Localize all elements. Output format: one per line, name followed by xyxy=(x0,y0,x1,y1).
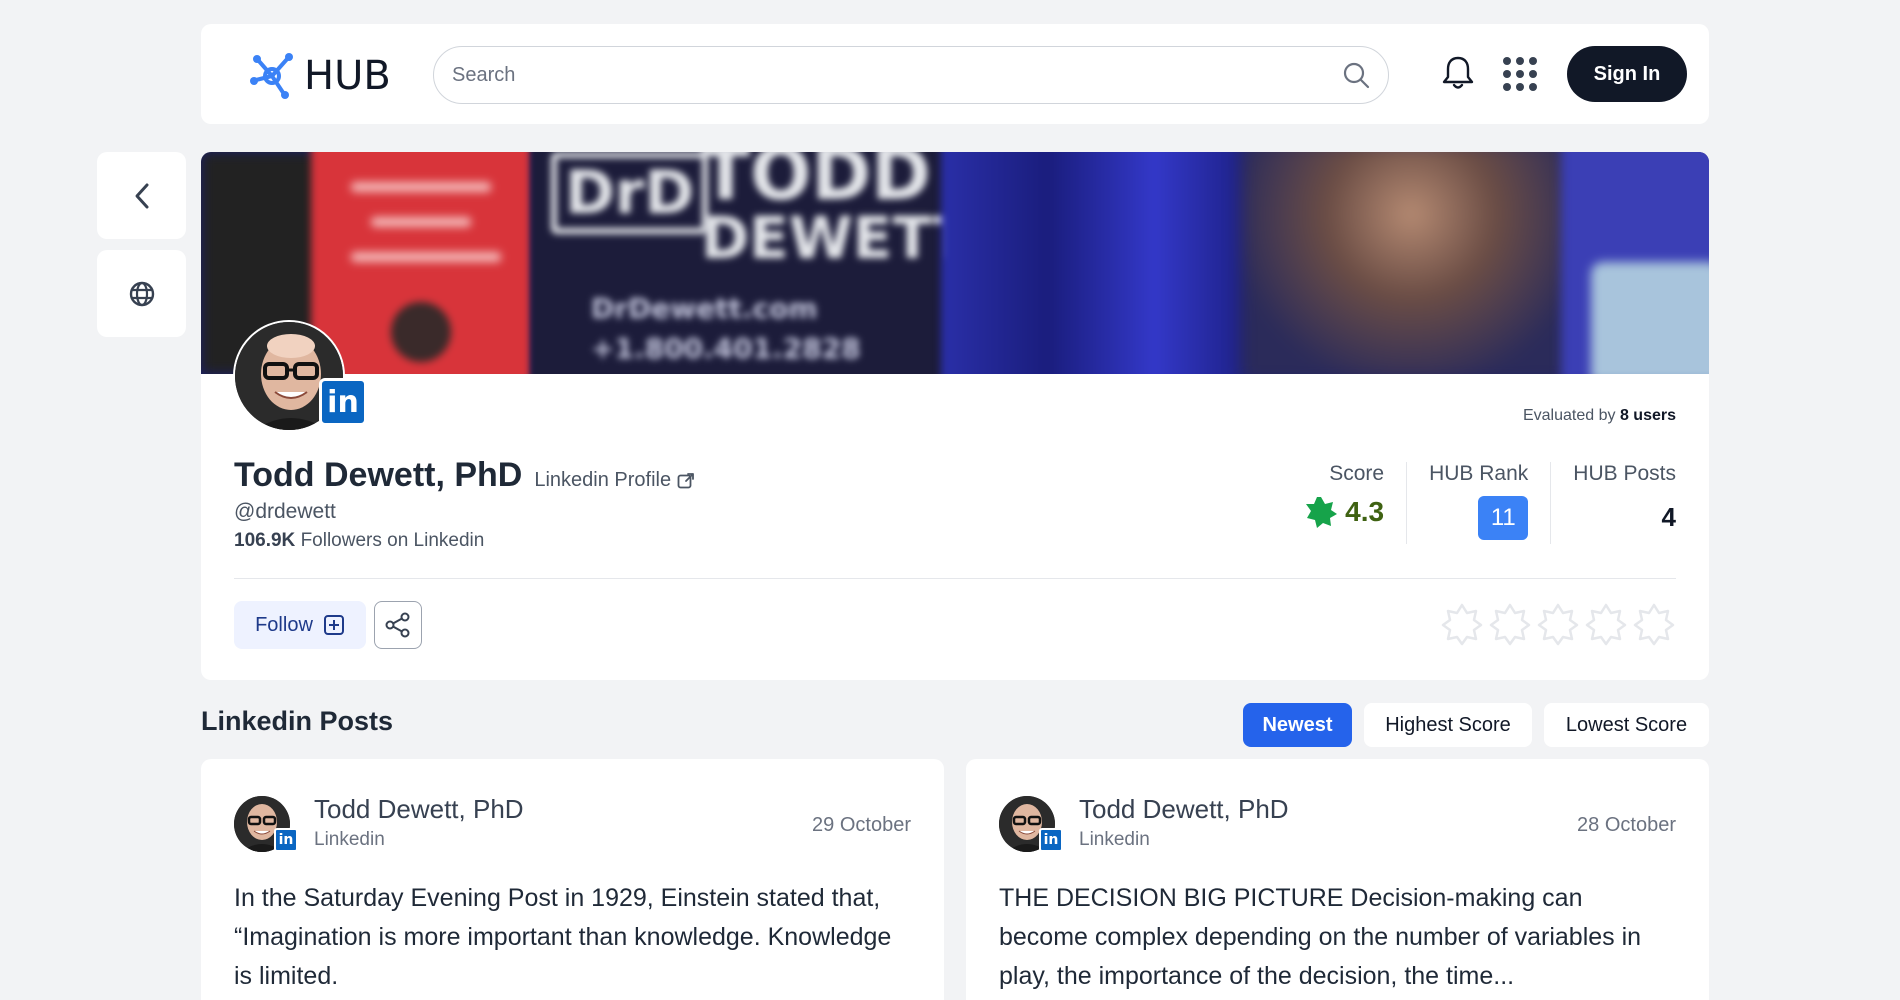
follow-button[interactable]: Follow xyxy=(234,601,366,649)
profile-handle: @drdewett xyxy=(234,500,336,523)
logo-text: HUB xyxy=(304,53,391,99)
profile-avatar-wrap: in xyxy=(233,320,367,432)
followers-count: 106.9K Followers on Linkedin xyxy=(234,530,484,552)
post-date: 29 October xyxy=(812,814,911,836)
share-icon xyxy=(385,612,410,638)
post-avatar-wrap: in xyxy=(999,796,1063,852)
rating-star-icon[interactable] xyxy=(1536,602,1580,646)
posts-label: HUB Posts xyxy=(1573,462,1676,485)
followers-number: 106.9K xyxy=(234,530,296,551)
banner-website: DrDewett.com xyxy=(591,292,818,325)
post-author: Todd Dewett, PhD xyxy=(314,794,524,824)
sort-lowest-score-button[interactable]: Lowest Score xyxy=(1544,703,1709,747)
posts-value: 4 xyxy=(1661,502,1676,532)
rating-star-icon[interactable] xyxy=(1584,602,1628,646)
chevron-left-icon xyxy=(135,183,148,208)
hub-logo[interactable]: HUB xyxy=(246,50,391,102)
divider xyxy=(234,578,1676,579)
profile-card: DrD TODD DEWETT DrDewett.com +1.800.401.… xyxy=(201,152,1709,680)
score-value-wrap: 4.3 xyxy=(1305,496,1384,528)
rating-star-icon[interactable] xyxy=(1440,602,1484,646)
posts-section-title: Linkedin Posts xyxy=(201,706,394,736)
plus-square-icon xyxy=(323,615,344,635)
globe-icon xyxy=(129,281,154,306)
follow-label: Follow xyxy=(255,613,313,636)
followers-label: Followers on Linkedin xyxy=(300,530,485,551)
post-source: Linkedin xyxy=(1079,829,1150,850)
evaluated-prefix: Evaluated by xyxy=(1522,407,1616,424)
score-label: Score xyxy=(1329,462,1385,485)
evaluated-count: 8 users xyxy=(1619,407,1676,424)
apps-grid-icon[interactable] xyxy=(1503,57,1537,91)
banner-subtitle: DEWETT xyxy=(701,204,973,272)
post-card[interactable]: in Todd Dewett, PhD Linkedin 29 October … xyxy=(201,759,944,1000)
bell-icon[interactable] xyxy=(1438,51,1478,95)
top-header: HUB Sign In xyxy=(201,24,1709,124)
globe-button[interactable] xyxy=(97,250,186,337)
linkedin-icon: in xyxy=(274,828,298,852)
post-date: 28 October xyxy=(1577,814,1676,836)
profile-name-row: Todd Dewett, PhD Linkedin Profile xyxy=(234,456,695,495)
rank-label: HUB Rank xyxy=(1429,462,1529,485)
search-input[interactable] xyxy=(452,63,1340,87)
post-author: Todd Dewett, PhD xyxy=(1079,794,1289,824)
linkedin-profile-link[interactable]: Linkedin Profile xyxy=(534,469,695,492)
linkedin-profile-label: Linkedin Profile xyxy=(534,469,672,491)
external-link-icon xyxy=(677,472,695,488)
post-avatar-wrap: in xyxy=(234,796,298,852)
score-value: 4.3 xyxy=(1345,496,1385,527)
share-button[interactable] xyxy=(374,601,422,649)
banner-phone: +1.800.401.2828 xyxy=(591,332,861,365)
banner-logo: DrD xyxy=(551,152,709,234)
rank-value: 11 xyxy=(1478,496,1529,540)
rating-star-icon[interactable] xyxy=(1488,602,1532,646)
evaluated-by: Evaluated by 8 users xyxy=(1523,407,1676,425)
sign-in-button[interactable]: Sign In xyxy=(1567,46,1687,102)
hub-logo-icon xyxy=(250,53,293,99)
rating-star-icon[interactable] xyxy=(1632,602,1676,646)
post-text: THE DECISION BIG PICTURE Decision-making… xyxy=(999,884,1642,990)
profile-banner: DrD TODD DEWETT DrDewett.com +1.800.401.… xyxy=(201,152,1709,374)
back-button[interactable] xyxy=(97,152,186,239)
star-rating[interactable] xyxy=(1440,602,1676,646)
sort-highest-score-button[interactable]: Highest Score xyxy=(1364,703,1532,747)
linkedin-icon: in xyxy=(319,378,367,426)
post-source: Linkedin xyxy=(314,829,385,850)
profile-name: Todd Dewett, PhD xyxy=(234,456,523,494)
sort-newest-button[interactable]: Newest xyxy=(1243,703,1352,747)
posts-stat: HUB Posts 4 xyxy=(1550,462,1676,544)
post-text: In the Saturday Evening Post in 1929, Ei… xyxy=(234,884,892,990)
rank-stat: HUB Rank 11 xyxy=(1406,462,1550,544)
search-icon[interactable] xyxy=(1340,59,1372,91)
search-bar xyxy=(433,46,1389,104)
post-card[interactable]: in Todd Dewett, PhD Linkedin 28 October … xyxy=(966,759,1709,1000)
star-badge-icon xyxy=(1306,497,1338,528)
score-stat: Score 4.3 xyxy=(1305,462,1406,544)
linkedin-icon: in xyxy=(1039,828,1063,852)
profile-stats: Score 4.3 HUB Rank 11 HUB Posts 4 xyxy=(1305,462,1676,544)
